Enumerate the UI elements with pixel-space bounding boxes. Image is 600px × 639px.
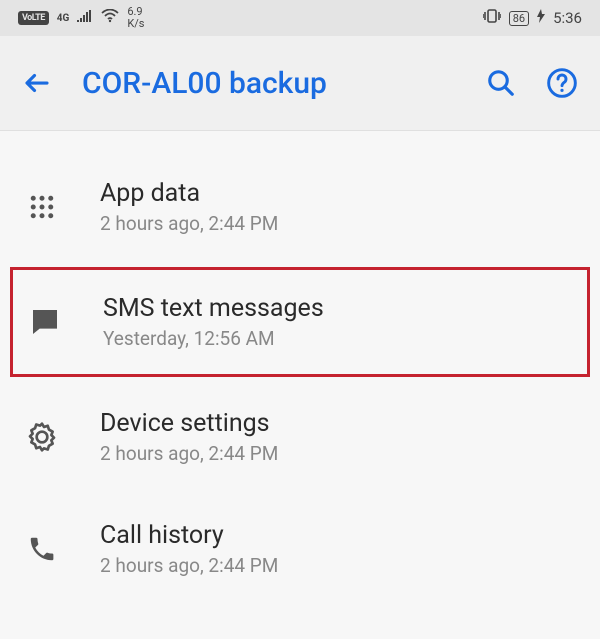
network-speed: 6.9 K/s bbox=[127, 6, 144, 30]
item-text: Device settings 2 hours ago, 2:44 PM bbox=[100, 409, 576, 465]
charging-icon bbox=[537, 9, 545, 27]
status-bar: VoLTE 4G 6.9 K/s 86 5:36 bbox=[0, 0, 600, 36]
help-button[interactable] bbox=[546, 67, 578, 99]
wifi-icon bbox=[101, 9, 119, 27]
app-bar: COR-AL00 backup bbox=[0, 36, 600, 131]
list-item-sms[interactable]: SMS text messages Yesterday, 12:56 AM bbox=[10, 267, 590, 377]
page-title: COR-AL00 backup bbox=[82, 66, 456, 101]
backup-list: App data 2 hours ago, 2:44 PM SMS text m… bbox=[0, 131, 600, 605]
item-title: Device settings bbox=[100, 409, 576, 438]
clock: 5:36 bbox=[553, 9, 582, 27]
status-right: 86 5:36 bbox=[483, 9, 582, 27]
item-subtitle: Yesterday, 12:56 AM bbox=[103, 327, 573, 350]
phone-icon bbox=[22, 534, 62, 564]
network-type: 4G bbox=[57, 13, 70, 24]
item-title: SMS text messages bbox=[103, 294, 573, 323]
settings-gear-icon bbox=[22, 421, 62, 453]
apps-grid-icon bbox=[22, 192, 62, 222]
item-text: App data 2 hours ago, 2:44 PM bbox=[100, 179, 576, 235]
status-left: VoLTE 4G 6.9 K/s bbox=[18, 6, 144, 30]
item-text: SMS text messages Yesterday, 12:56 AM bbox=[103, 294, 573, 350]
battery-level: 86 bbox=[509, 11, 529, 26]
vibrate-icon bbox=[483, 9, 501, 27]
item-text: Call history 2 hours ago, 2:44 PM bbox=[100, 521, 576, 577]
item-subtitle: 2 hours ago, 2:44 PM bbox=[100, 212, 576, 235]
list-item-device-settings[interactable]: Device settings 2 hours ago, 2:44 PM bbox=[0, 381, 600, 493]
item-subtitle: 2 hours ago, 2:44 PM bbox=[100, 554, 576, 577]
list-item-app-data[interactable]: App data 2 hours ago, 2:44 PM bbox=[0, 151, 600, 263]
list-item-call-history[interactable]: Call history 2 hours ago, 2:44 PM bbox=[0, 493, 600, 605]
sms-icon bbox=[25, 306, 65, 338]
item-title: App data bbox=[100, 179, 576, 208]
search-button[interactable] bbox=[486, 68, 516, 98]
signal-icon bbox=[77, 10, 93, 26]
item-subtitle: 2 hours ago, 2:44 PM bbox=[100, 442, 576, 465]
volte-badge: VoLTE bbox=[18, 11, 49, 25]
back-button[interactable] bbox=[22, 68, 52, 98]
item-title: Call history bbox=[100, 521, 576, 550]
